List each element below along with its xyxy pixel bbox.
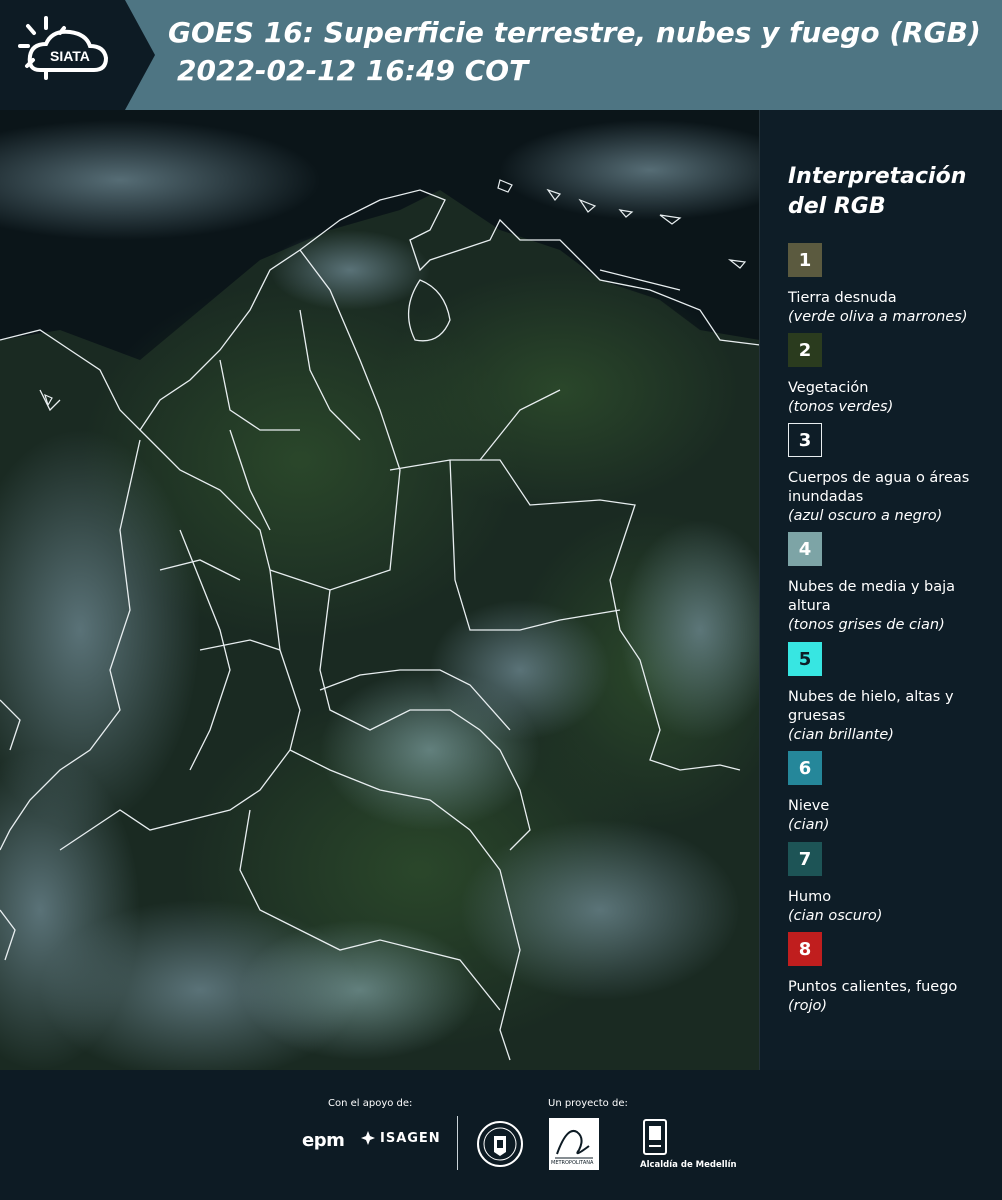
legend-item-desc: (azul oscuro a negro): [788, 508, 943, 524]
legend-swatch: 2: [788, 333, 822, 367]
legend-title: Interpretación del RGB: [788, 162, 998, 222]
legend-item-label: Cuerpos de agua o áreas inundadas: [788, 470, 970, 505]
page-title: GOES 16: Superficie terrestre, nubes y f…: [168, 14, 998, 90]
title-line-1: GOES 16: Superficie terrestre, nubes y f…: [168, 16, 981, 49]
legend-item-hotspots-fire: 8 Puntos calientes, fuego (rojo): [788, 932, 1000, 1016]
footer-sponsors: Con el apoyo de: Un proyecto de: epm ISA…: [0, 1070, 1002, 1200]
legend-swatch: 7: [788, 842, 822, 876]
legend-item-desc: (cian oscuro): [788, 908, 883, 924]
legend-swatch: 3: [788, 423, 822, 457]
legend-item-label: Tierra desnuda: [788, 290, 897, 306]
siata-logo-text: SIATA: [50, 48, 90, 64]
isagen-logo-text: ISAGEN: [380, 1130, 441, 1146]
legend-item-desc: (cian): [788, 817, 830, 833]
support-label: Con el apoyo de:: [328, 1098, 413, 1109]
legend-swatch: 5: [788, 642, 822, 676]
area-metropolitana-text: METROPOLITANA: [551, 1160, 594, 1166]
legend-swatch: 4: [788, 532, 822, 566]
legend-title-line-1: Interpretación: [788, 164, 967, 189]
legend-item-label: Nieve: [788, 798, 830, 814]
legend-item-bare-soil: 1 Tierra desnuda (verde oliva a marrones…: [788, 243, 1000, 327]
legend-item-label: Vegetación: [788, 380, 869, 396]
epm-logo: epm: [302, 1130, 345, 1151]
legend-item-label: Humo: [788, 889, 832, 905]
project-label: Un proyecto de:: [548, 1098, 628, 1109]
isagen-logo: ISAGEN: [360, 1130, 441, 1146]
legend-swatch: 1: [788, 243, 822, 277]
siata-logo: SIATA: [0, 0, 155, 110]
legend-item-mid-low-clouds: 4 Nubes de media y baja altura (tonos gr…: [788, 532, 1000, 635]
header-bar: SIATA GOES 16: Superficie terrestre, nub…: [0, 0, 1002, 110]
legend-item-desc: (tonos verdes): [788, 399, 894, 415]
legend-swatch: 8: [788, 932, 822, 966]
alcaldia-medellin-shield-icon: [643, 1119, 667, 1155]
legend-item-desc: (verde oliva a marrones): [788, 309, 968, 325]
title-line-2-timestamp: 2022-02-12 16:49 COT: [177, 54, 529, 87]
legend-item-label: Nubes de media y baja altura: [788, 579, 956, 614]
legend-swatch: 6: [788, 751, 822, 785]
legend-item-desc: (cian brillante): [788, 727, 894, 743]
rgb-legend-panel: Interpretación del RGB 1 Tierra desnuda …: [760, 110, 1002, 1070]
legend-item-smoke: 7 Humo (cian oscuro): [788, 842, 1000, 926]
satellite-rgb-map: [0, 110, 760, 1070]
legend-item-label: Nubes de hielo, altas y gruesas: [788, 689, 954, 724]
footer-divider: [457, 1116, 458, 1170]
legend-item-desc: (tonos grises de cian): [788, 617, 945, 633]
satellite-map-graphic: [0, 110, 759, 1070]
legend-item-vegetation: 2 Vegetación (tonos verdes): [788, 333, 1000, 417]
legend-item-label: Puntos calientes, fuego: [788, 979, 958, 995]
legend-item-snow: 6 Nieve (cian): [788, 751, 1000, 835]
isagen-icon: [361, 1131, 375, 1145]
legend-item-water-bodies: 3 Cuerpos de agua o áreas inundadas (azu…: [788, 423, 1000, 526]
legend-title-line-2: del RGB: [788, 194, 886, 219]
alcaldia-medellin-label: Alcaldía de Medellín: [640, 1160, 737, 1170]
legend-item-desc: (rojo): [788, 998, 828, 1014]
legend-item-ice-clouds: 5 Nubes de hielo, altas y gruesas (cian …: [788, 642, 1000, 745]
university-seal-icon: [477, 1121, 523, 1167]
